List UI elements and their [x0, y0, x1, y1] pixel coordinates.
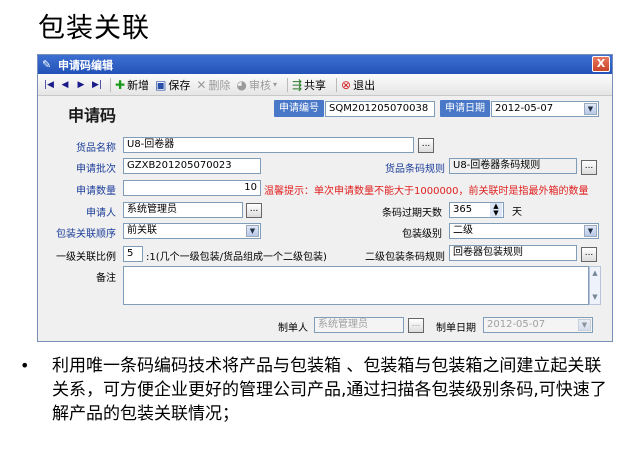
remark-label: 备注 — [96, 273, 116, 284]
days-unit: 天 — [512, 207, 522, 218]
expiry-days-stepper-icon[interactable]: ▲ ▼ — [490, 203, 502, 217]
expiry-days-field[interactable]: 365 ▲ ▼ — [449, 202, 504, 218]
last-record-icon[interactable]: ▶| — [90, 78, 104, 92]
next-record-icon[interactable]: ▶ — [74, 78, 88, 92]
exit-icon: ⊗ — [341, 77, 352, 92]
remark-scrollbar[interactable]: ▲ ▼ — [589, 266, 601, 305]
order-label: 包装关联顺序 — [56, 229, 116, 240]
delete-icon: ✕ — [196, 77, 207, 92]
close-button[interactable]: X — [592, 56, 610, 72]
share-label: 共享 — [304, 78, 327, 92]
save-label: 保存 — [168, 78, 191, 92]
applicant-field[interactable]: 系统管理员 — [123, 202, 243, 218]
maker-label: 制单人 — [278, 323, 308, 334]
add-button[interactable]: ✚ 新增 — [115, 77, 149, 93]
app-icon: ✎ — [42, 57, 52, 71]
share-icon: ⇶ — [291, 77, 303, 92]
level2-rule-lookup-button[interactable]: ... — [581, 247, 597, 262]
maker-field: 系统管理员 — [314, 317, 404, 333]
ratio-label: 一级关联比例 — [56, 252, 116, 263]
share-button[interactable]: ⇶ 共享 — [292, 77, 326, 93]
ratio-hint: :1(几个一级包装/货品组成一个二级包装) — [146, 252, 327, 263]
level2-rule-label: 二级包装条码规则 — [365, 252, 445, 263]
delete-label: 删除 — [208, 78, 231, 92]
qty-warning: 温馨提示：单次申请数量不能大于1000000，前关联时是指最外箱的数量 — [264, 186, 589, 197]
form-heading: 申请码 — [68, 106, 117, 125]
bullet-dot: • — [20, 356, 30, 375]
expiry-days-label: 条码过期天数 — [382, 208, 442, 219]
apply-date-value: 2012-05-07 — [495, 103, 554, 114]
make-date-dropdown-icon: ▼ — [578, 319, 591, 331]
toolbar: |◀ ◀ ▶ ▶| ✚ 新增 ▣ 保存 ✕ 删除 ◕ 审核 ▾ ⇶ 共享 ⊗ 退 — [38, 74, 612, 96]
applicant-label: 申请人 — [86, 208, 116, 219]
exit-button[interactable]: ⊗ 退出 — [341, 77, 375, 93]
bullet-text: 利用唯一条码编码技术将产品与包装箱 、包装箱与包装箱之间建立起关联关系，可方便企… — [52, 356, 607, 424]
apply-code-form: 申请码 申请编号 SQM201205070038 申请日期 2012-05-07… — [38, 96, 612, 341]
order-select[interactable]: 前关联 ▼ — [123, 223, 261, 239]
batch-label: 申请批次 — [76, 164, 116, 175]
barcode-rule-field[interactable]: U8-回卷器条码规则 — [449, 158, 577, 174]
barcode-rule-lookup-button[interactable]: ... — [581, 160, 597, 175]
delete-button[interactable]: ✕ 删除 — [196, 77, 230, 93]
audit-button[interactable]: ◕ 审核 ▾ — [236, 77, 277, 93]
expiry-days-value: 365 — [453, 204, 473, 215]
make-date-label: 制单日期 — [436, 323, 476, 334]
slide-title: 包装关联 — [38, 13, 150, 44]
make-date-field: 2012-05-07 ▼ — [483, 317, 593, 333]
level-value: 二级 — [453, 225, 473, 236]
toolbar-separator — [336, 77, 338, 92]
exit-label: 退出 — [353, 78, 376, 92]
remark-textarea[interactable] — [123, 266, 589, 305]
prev-record-icon[interactable]: ◀ — [58, 78, 72, 92]
apply-date-dropdown-icon[interactable]: ▼ — [584, 103, 597, 115]
level-label: 包装级别 — [402, 229, 442, 240]
save-button[interactable]: ▣ 保存 — [155, 77, 190, 93]
barcode-rule-label: 货品条码规则 — [385, 164, 445, 175]
order-dropdown-icon[interactable]: ▼ — [246, 225, 259, 237]
audit-icon: ◕ — [236, 77, 247, 92]
first-record-icon[interactable]: |◀ — [42, 78, 56, 92]
qty-label: 申请数量 — [76, 186, 116, 197]
plus-icon: ✚ — [115, 77, 126, 92]
level-select[interactable]: 二级 ▼ — [449, 223, 599, 239]
product-name-label: 货品名称 — [76, 143, 116, 154]
add-label: 新增 — [127, 78, 150, 92]
apply-code-edit-window: ✎ 申请码编辑 X |◀ ◀ ▶ ▶| ✚ 新增 ▣ 保存 ✕ 删除 ◕ 审核 … — [37, 54, 613, 342]
window-title: 申请码编辑 — [58, 58, 113, 72]
ratio-field[interactable]: 5 — [123, 246, 143, 262]
product-name-lookup-button[interactable]: ... — [418, 138, 434, 153]
level2-rule-field[interactable]: 回卷器包装规则 — [449, 245, 577, 261]
applicant-lookup-button[interactable]: ... — [246, 203, 262, 218]
audit-dropdown-icon: ▾ — [272, 80, 277, 89]
qty-field[interactable]: 10 — [123, 180, 261, 196]
toolbar-separator — [286, 77, 288, 92]
make-date-value: 2012-05-07 — [487, 319, 546, 330]
audit-label: 审核 — [248, 78, 271, 92]
batch-field[interactable]: GZXB201205070023 — [123, 158, 261, 174]
maker-lookup-button[interactable]: ... — [408, 318, 424, 333]
product-name-field[interactable]: U8-回卷器 — [123, 137, 414, 153]
order-value: 前关联 — [127, 225, 157, 236]
apply-no-field[interactable]: SQM201205070038 — [325, 101, 435, 117]
toolbar-separator — [110, 77, 111, 92]
window-titlebar: ✎ 申请码编辑 X — [38, 55, 612, 74]
apply-date-field[interactable]: 2012-05-07 ▼ — [491, 101, 599, 117]
level-dropdown-icon[interactable]: ▼ — [584, 225, 597, 237]
apply-no-label: 申请编号 — [274, 100, 324, 117]
apply-date-label: 申请日期 — [440, 100, 490, 117]
floppy-icon: ▣ — [155, 77, 167, 92]
